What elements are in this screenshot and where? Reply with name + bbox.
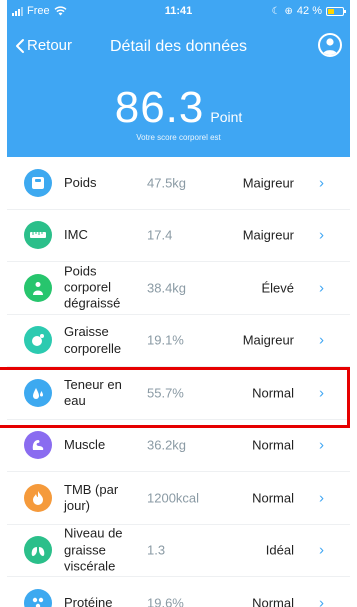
score-value: 86.3	[114, 83, 205, 132]
chevron-right-icon: ›	[319, 384, 324, 402]
metric-name: Graisse corporelle	[64, 324, 122, 356]
metric-value: 1.3	[147, 542, 166, 558]
metric-status: Maigreur	[242, 175, 294, 191]
metric-name: Muscle	[64, 437, 106, 453]
header: Free 11:41 ☾ ⊕ 42 % Retour Détail des do…	[7, 0, 350, 157]
chevron-right-icon: ›	[319, 279, 324, 297]
score-display: 86.3 Point	[7, 83, 350, 133]
metric-name: Niveau de graisse viscérale	[64, 525, 123, 574]
ruler-icon	[24, 221, 52, 250]
metric-name: Poids	[64, 174, 97, 190]
moon-icon: ☾	[271, 5, 281, 17]
metric-name: Protéine	[64, 594, 113, 607]
metric-row-tmb[interactable]: TMB (par jour) 1200kcal Normal ›	[7, 472, 350, 525]
fat-icon	[24, 326, 52, 355]
chevron-right-icon: ›	[319, 331, 324, 349]
metric-status: Normal	[252, 437, 294, 453]
metric-name: TMB (par jour)	[64, 481, 119, 513]
metric-value: 38.4kg	[147, 280, 187, 296]
score-unit: Point	[210, 109, 243, 125]
battery-icon	[326, 6, 346, 16]
lungs-icon	[24, 536, 52, 565]
status-bar: Free 11:41 ☾ ⊕ 42 %	[7, 0, 350, 22]
metric-row-imc[interactable]: IMC 17.4 Maigreur ›	[7, 210, 350, 262]
metric-value: 1200kcal	[147, 490, 200, 506]
metric-value: 19.1%	[147, 332, 184, 348]
metric-row-graisse[interactable]: Graisse corporelle 19.1% Maigreur ›	[7, 315, 350, 367]
muscle-icon	[24, 431, 52, 460]
metric-status: Maigreur	[242, 227, 294, 243]
protein-icon	[24, 588, 52, 607]
metric-value: 36.2kg	[147, 437, 187, 453]
metric-row-poids[interactable]: Poids 47.5kg Maigreur ›	[7, 157, 350, 210]
chevron-right-icon: ›	[319, 174, 324, 192]
nav-bar: Retour Détail des données	[7, 30, 350, 62]
chevron-right-icon: ›	[319, 489, 324, 507]
metric-name: Teneur en eau	[64, 376, 122, 408]
metric-name: Poids corporel dégraissé	[64, 263, 121, 311]
page-title: Détail des données	[110, 38, 247, 55]
metric-row-proteine[interactable]: Protéine 19.6% Normal ›	[7, 577, 350, 607]
metric-value: 47.5kg	[147, 175, 187, 191]
chevron-right-icon: ›	[319, 436, 324, 454]
chevron-right-icon: ›	[319, 594, 324, 607]
user-icon	[322, 38, 338, 55]
profile-avatar-button[interactable]	[318, 33, 342, 57]
metric-value: 19.6%	[147, 595, 184, 607]
metric-value: 55.7%	[147, 385, 184, 401]
metric-row-graisse-viscerale[interactable]: Niveau de graisse viscérale 1.3 Idéal ›	[7, 525, 350, 577]
metric-row-poids-degraisse[interactable]: Poids corporel dégraissé 38.4kg Élevé ›	[7, 262, 350, 315]
metric-value: 17.4	[147, 227, 173, 243]
flame-icon	[24, 483, 52, 512]
battery-percent: 42 %	[296, 5, 322, 17]
metric-status: Normal	[252, 595, 294, 607]
metrics-list: Poids 47.5kg Maigreur › IMC 17.4 Maigreu…	[7, 157, 350, 607]
chevron-right-icon: ›	[319, 226, 324, 244]
metric-row-muscle[interactable]: Muscle 36.2kg Normal ›	[7, 420, 350, 472]
body-icon	[24, 273, 52, 302]
status-right: ☾ ⊕ 42 %	[271, 5, 346, 17]
metric-status: Idéal	[265, 542, 294, 558]
app-screen: Free 11:41 ☾ ⊕ 42 % Retour Détail des do…	[7, 0, 350, 607]
metric-status: Normal	[252, 385, 294, 401]
rotation-lock-icon: ⊕	[284, 5, 293, 17]
metric-status: Élevé	[261, 280, 294, 296]
scale-icon	[24, 168, 52, 197]
score-caption: Votre score corporel est	[136, 133, 221, 142]
water-drop-icon	[24, 378, 52, 407]
metric-row-teneur-eau[interactable]: Teneur en eau 55.7% Normal ›	[7, 367, 350, 420]
chevron-right-icon: ›	[319, 541, 324, 559]
metric-status: Normal	[252, 490, 294, 506]
metric-status: Maigreur	[242, 332, 294, 348]
metric-name: IMC	[64, 227, 88, 243]
